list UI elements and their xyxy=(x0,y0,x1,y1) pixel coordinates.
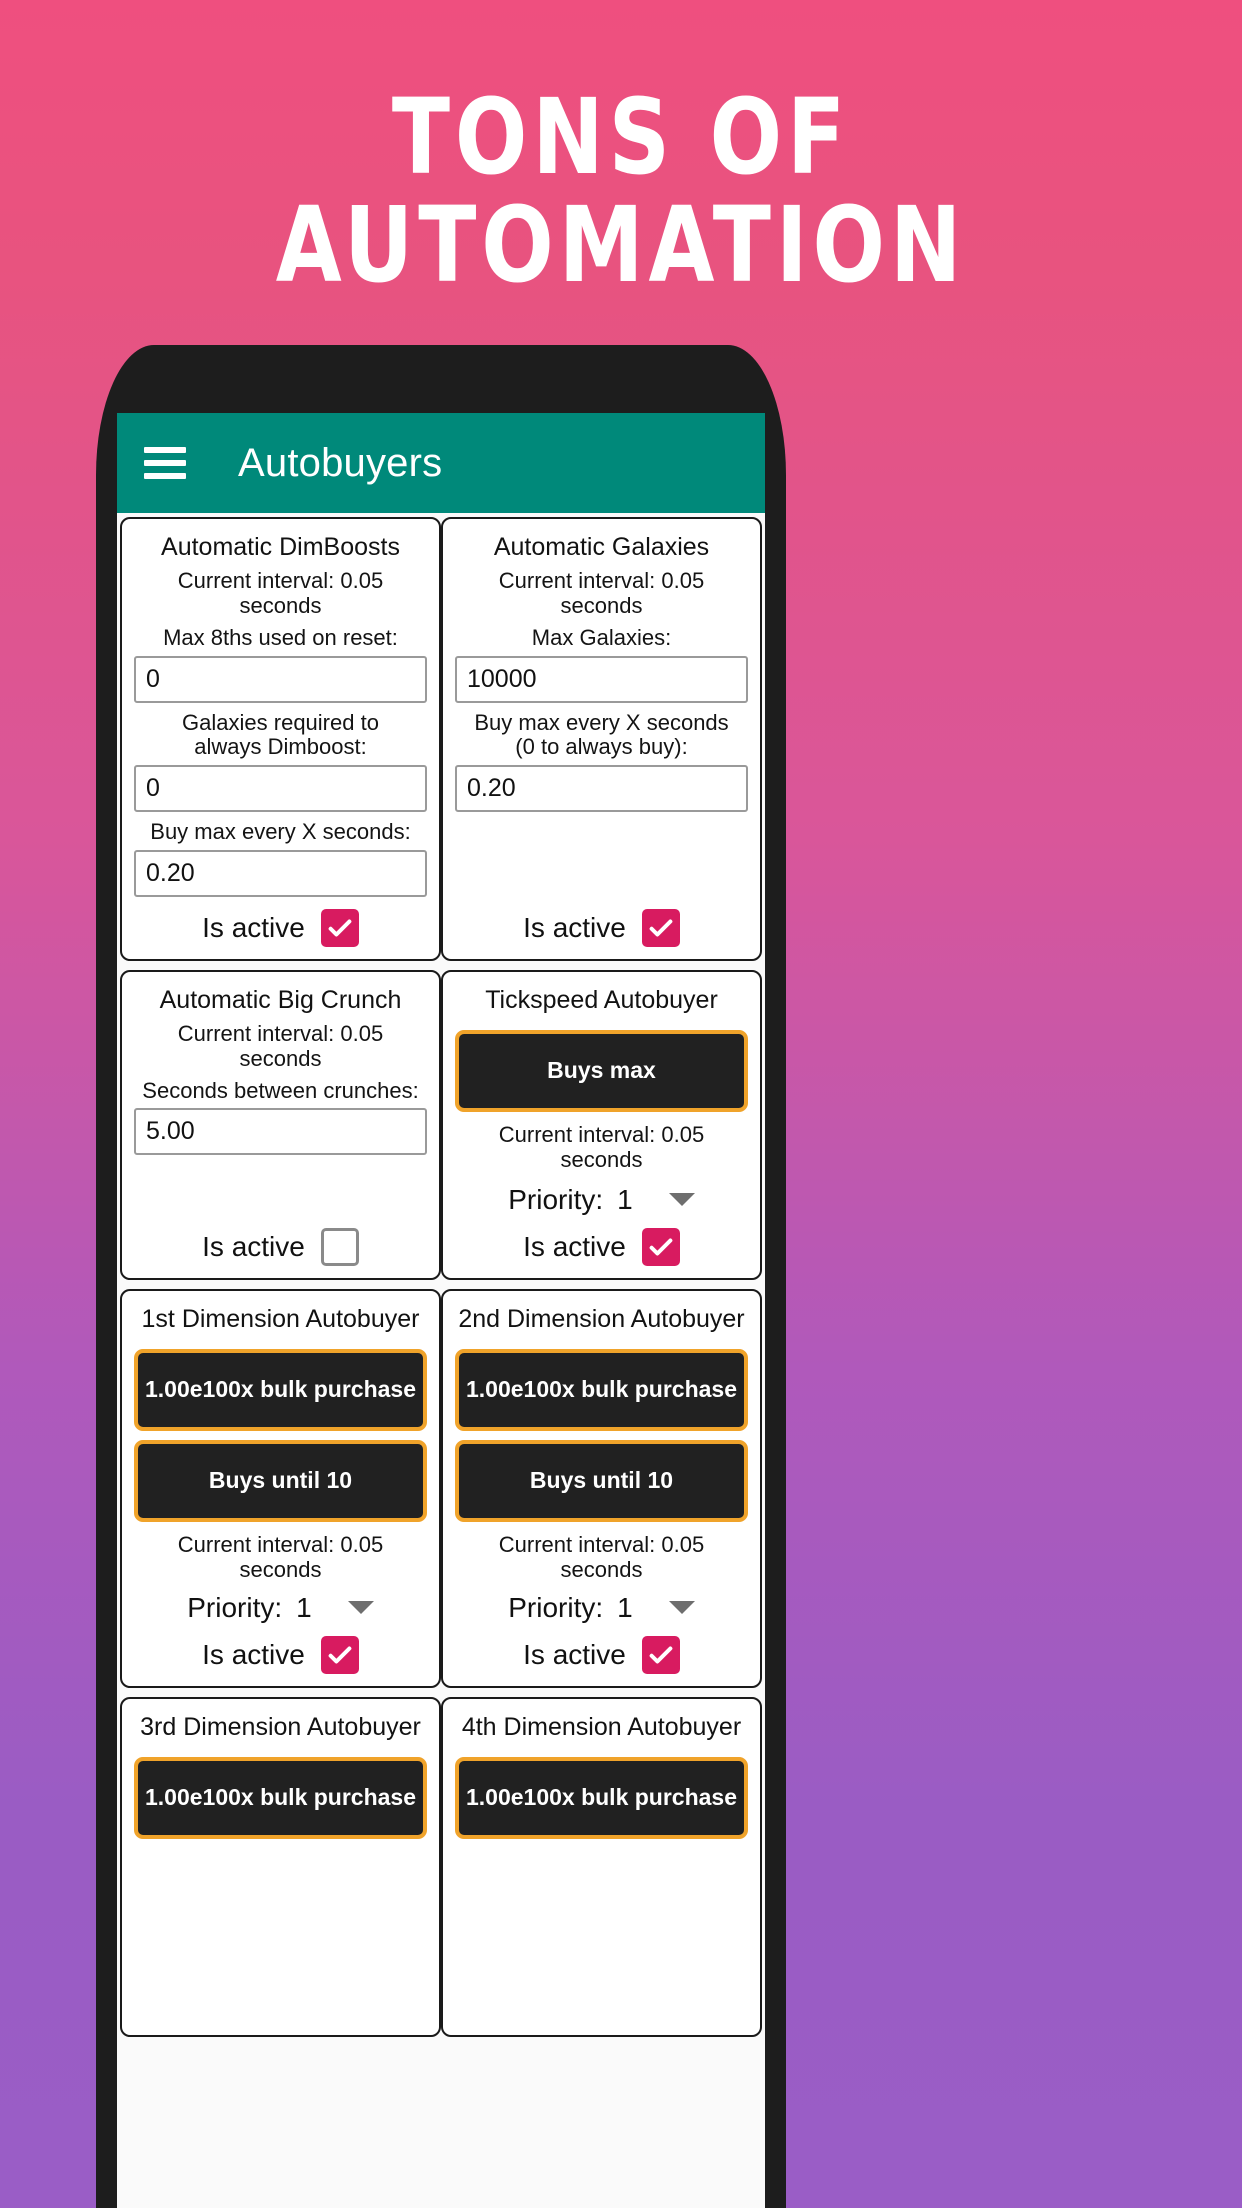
field-label: Max Galaxies: xyxy=(531,625,672,651)
is-active-checkbox[interactable] xyxy=(320,908,359,947)
priority-selector[interactable]: Priority: 1 xyxy=(187,1591,374,1624)
phone-screen: Autobuyers Automatic DimBoosts Current in… xyxy=(117,413,765,2208)
autobuyer-card: Automatic Big Crunch Current interval: 0.… xyxy=(120,969,441,1280)
promo-screenshot: TONS OF AUTOMATION Autobuyers Automatic … xyxy=(0,0,1242,2208)
card-title: Automatic Galaxies xyxy=(493,533,710,561)
priority-selector[interactable]: Priority: 1 xyxy=(508,1183,695,1216)
card-title: 1st Dimension Autobuyer xyxy=(141,1304,420,1333)
is-active-label: Is active xyxy=(202,1230,305,1262)
is-active-label: Is active xyxy=(523,911,626,943)
card-action-button[interactable]: Buys max xyxy=(455,1029,748,1112)
is-active-row[interactable]: Is active xyxy=(523,1227,680,1266)
chevron-down-icon[interactable] xyxy=(668,1193,695,1207)
is-active-label: Is active xyxy=(202,1638,305,1670)
card-interval: Current interval: 0.05 seconds xyxy=(498,1531,705,1582)
autobuyer-card: 4th Dimension Autobuyer 1.00e100x bulk pu… xyxy=(441,1696,762,2037)
card-action-button[interactable]: Buys until 10 xyxy=(455,1439,748,1522)
is-active-label: Is active xyxy=(523,1230,626,1262)
field-input[interactable] xyxy=(455,765,748,813)
field-label: Galaxies required to always Dimboost: xyxy=(182,709,379,760)
autobuyer-card: 3rd Dimension Autobuyer 1.00e100x bulk pu… xyxy=(120,1696,441,2037)
is-active-row[interactable]: Is active xyxy=(202,1227,359,1266)
card-action-button[interactable]: 1.00e100x bulk purchase xyxy=(134,1756,427,1839)
promo-headline: TONS OF AUTOMATION xyxy=(112,85,1130,306)
is-active-checkbox[interactable] xyxy=(320,1227,359,1266)
card-interval: Current interval: 0.05 seconds xyxy=(498,1121,705,1172)
card-interval: Current interval: 0.05 seconds xyxy=(177,1531,384,1582)
is-active-row[interactable]: Is active xyxy=(202,908,359,947)
field-input[interactable] xyxy=(455,655,748,703)
autobuyer-card-grid: Automatic DimBoosts Current interval: 0.0… xyxy=(117,513,765,2046)
phone-mockup-frame: Autobuyers Automatic DimBoosts Current in… xyxy=(96,345,786,2208)
card-title: 3rd Dimension Autobuyer xyxy=(140,1712,421,1741)
autobuyer-card: 1st Dimension Autobuyer 1.00e100x bulk pu… xyxy=(120,1288,441,1688)
is-active-row[interactable]: Is active xyxy=(523,1635,680,1674)
headline-line-1: TONS OF xyxy=(391,76,851,198)
card-title: Tickspeed Autobuyer xyxy=(485,985,718,1014)
card-title: Automatic Big Crunch xyxy=(159,985,402,1014)
autobuyer-card: Automatic DimBoosts Current interval: 0.0… xyxy=(120,517,441,961)
autobuyer-card: Tickspeed Autobuyer Buys max Current inter… xyxy=(441,969,762,1280)
priority-selector[interactable]: Priority: 1 xyxy=(508,1591,695,1624)
field-input[interactable] xyxy=(134,1108,427,1156)
card-title: Automatic DimBoosts xyxy=(161,533,400,561)
card-action-button[interactable]: 1.00e100x bulk purchase xyxy=(455,1756,748,1839)
is-active-row[interactable]: Is active xyxy=(523,908,680,947)
chevron-down-icon[interactable] xyxy=(668,1601,695,1615)
field-label: Max 8ths used on reset: xyxy=(163,625,398,651)
is-active-checkbox[interactable] xyxy=(641,1635,680,1674)
is-active-checkbox[interactable] xyxy=(320,1635,359,1674)
priority-value: 1 xyxy=(617,1591,633,1623)
hamburger-menu-icon[interactable] xyxy=(144,447,186,479)
headline-line-2: AUTOMATION xyxy=(275,183,967,306)
card-action-button[interactable]: Buys until 10 xyxy=(134,1439,427,1522)
chevron-down-icon[interactable] xyxy=(347,1601,374,1615)
priority-label: Priority: xyxy=(508,1591,604,1623)
field-label: Buy max every X seconds: xyxy=(150,819,411,845)
app-bar: Autobuyers xyxy=(117,413,765,513)
field-input[interactable] xyxy=(134,849,427,897)
priority-value: 1 xyxy=(296,1591,312,1623)
card-action-button[interactable]: 1.00e100x bulk purchase xyxy=(134,1348,427,1431)
card-interval: Current interval: 0.05 seconds xyxy=(498,568,705,619)
autobuyer-card: 2nd Dimension Autobuyer 1.00e100x bulk pu… xyxy=(441,1288,762,1688)
field-input[interactable] xyxy=(134,655,427,703)
card-title: 2nd Dimension Autobuyer xyxy=(458,1304,745,1333)
autobuyer-card: Automatic Galaxies Current interval: 0.05… xyxy=(441,517,762,961)
card-action-button[interactable]: 1.00e100x bulk purchase xyxy=(455,1348,748,1431)
priority-label: Priority: xyxy=(508,1183,604,1215)
card-interval: Current interval: 0.05 seconds xyxy=(177,1020,384,1071)
priority-value: 1 xyxy=(617,1183,633,1215)
is-active-row[interactable]: Is active xyxy=(202,1635,359,1674)
card-title: 4th Dimension Autobuyer xyxy=(461,1712,742,1741)
field-label: Seconds between crunches: xyxy=(142,1077,419,1103)
field-input[interactable] xyxy=(134,765,427,813)
priority-label: Priority: xyxy=(187,1591,283,1623)
page-title: Autobuyers xyxy=(238,440,443,485)
is-active-label: Is active xyxy=(523,1638,626,1670)
field-label: Buy max every X seconds (0 to always buy)… xyxy=(474,709,729,760)
is-active-checkbox[interactable] xyxy=(641,1227,680,1266)
is-active-checkbox[interactable] xyxy=(641,908,680,947)
card-interval: Current interval: 0.05 seconds xyxy=(177,568,384,619)
is-active-label: Is active xyxy=(202,911,305,943)
